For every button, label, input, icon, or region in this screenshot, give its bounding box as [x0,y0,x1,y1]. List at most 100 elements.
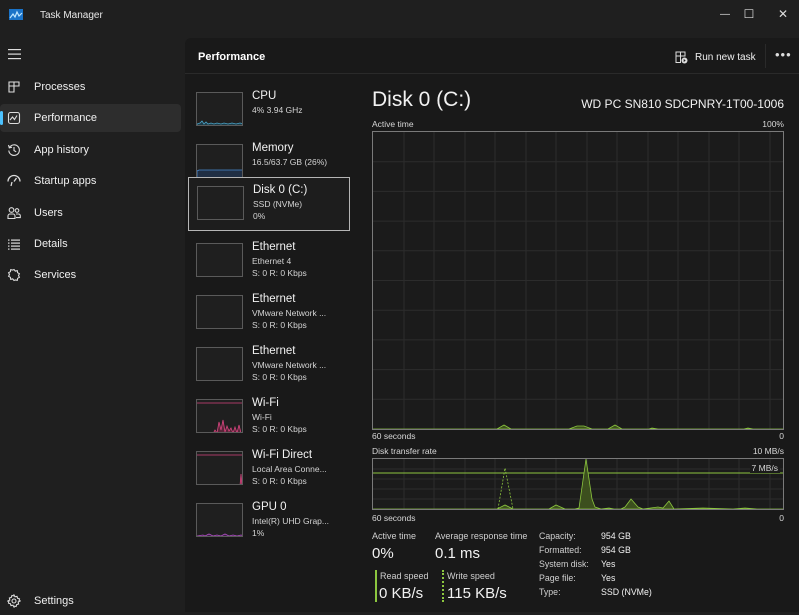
close-button[interactable]: ✕ [760,0,799,28]
spec-value: Yes [601,559,616,569]
active-time-graph-label: Active time [372,119,414,129]
sidebar-item-label: App history [34,144,90,156]
device-detail: 16.5/63.7 GB (26%) [252,157,328,167]
page-header: Performance Run new task ••• [185,38,799,74]
cpu-mini-graph [197,120,242,125]
run-new-task-button[interactable]: Run new task [675,48,756,66]
read-speed-value: 0 KB/s [379,585,424,602]
write-speed-value: 115 KB/s [447,585,507,602]
transfer-rate-graph: 7 MB/s [372,458,784,510]
detail-title: Disk 0 (C:) [372,88,472,111]
device-thumbnail-graph [196,451,243,485]
device-throughput: S: 0 R: 0 Kbps [252,268,307,278]
task-manager-app-icon [9,9,23,20]
settings-label: Settings [34,595,74,607]
services-icon [7,268,21,282]
run-new-task-label: Run new task [695,51,756,63]
avg-response-stat-value: 0.1 ms [435,545,481,562]
device-thumbnail-graph [196,503,243,537]
close-icon: ✕ [777,7,789,21]
sidebar-item-startup-apps[interactable]: Startup apps [0,167,181,195]
device-detail: VMware Network ... [252,308,327,318]
sidebar-item-details[interactable]: Details [0,230,181,258]
device-detail: Local Area Conne... [252,464,327,474]
device-name: Wi-Fi [252,397,279,409]
processes-icon [8,81,20,93]
wifi-mini-graph [197,402,242,432]
grid-lines [373,459,783,509]
transfer-rate-graph-canvas [373,458,783,510]
device-thumbnail-graph [196,243,243,277]
device-detail: 4% 3.94 GHz [252,105,303,115]
spec-value: 954 GB [601,531,631,541]
memory-mini-graph [197,169,242,177]
sidebar-item-label: Services [34,269,77,281]
device-name: Ethernet [252,345,296,357]
transfer-rate-min-label: 0 [779,513,784,523]
device-name: GPU 0 [252,501,287,513]
avg-response-stat-label: Average response time [435,531,528,541]
device-thumbnail-graph [196,347,243,381]
transfer-rate-graph-label: Disk transfer rate [372,446,437,456]
more-options-icon[interactable]: ••• [775,47,792,62]
active-time-graph [372,131,784,430]
sidebar-item-label: Details [34,238,68,250]
active-time-graph-canvas [373,132,783,430]
device-item-ethernet[interactable]: Ethernet VMware Network ... S: 0 R: 0 Kb… [188,287,350,341]
device-thumbnail-graph [197,186,244,220]
active-time-x-label: 60 seconds [372,431,416,441]
device-item-wifi[interactable]: Wi-Fi Wi-Fi S: 0 R: 0 Kbps [188,391,350,445]
sidebar-item-label: Startup apps [34,175,97,187]
device-item-ethernet[interactable]: Ethernet VMware Network ... S: 0 R: 0 Kb… [188,339,350,393]
performance-icon [7,111,21,125]
device-item-disk-0[interactable]: Disk 0 (C:) SSD (NVMe) 0% [188,177,350,231]
sidebar-item-processes[interactable]: Processes [0,73,181,101]
spec-value: 954 GB [601,545,631,555]
users-icon [7,207,21,220]
device-detail: Wi-Fi [252,412,272,422]
spec-key: Capacity: [539,531,576,541]
page-title: Performance [198,51,266,63]
transfer-rate-x-label: 60 seconds [372,513,416,523]
sidebar-item-settings[interactable]: Settings [0,587,181,615]
app-history-icon [7,144,20,156]
sidebar-item-users[interactable]: Users [0,199,181,227]
device-detail: Intel(R) UHD Grap... [252,516,329,526]
transfer-rate-max-label: 10 MB/s [752,446,784,456]
device-thumbnail-graph [196,295,243,329]
active-time-stat-label: Active time [372,531,417,541]
spec-key: Formatted: [539,545,582,555]
device-name: Ethernet [252,241,296,253]
device-item-wifi-direct[interactable]: Wi-Fi Direct Local Area Conne... S: 0 R:… [188,443,350,497]
grid-lines [373,132,783,429]
device-name: CPU [252,90,277,102]
device-name: Wi-Fi Direct [252,449,313,461]
device-thumbnail-graph [196,144,243,178]
sidebar-item-services[interactable]: Services [0,261,181,289]
header-divider [765,44,766,68]
device-throughput: S: 0 R: 0 Kbps [252,424,307,434]
sidebar: Processes Performance App history Startu… [0,34,185,612]
read-speed-legend-line [375,570,377,602]
device-item-gpu-0[interactable]: GPU 0 Intel(R) UHD Grap... 1% [188,495,350,549]
device-detail: VMware Network ... [252,360,327,370]
active-time-stat-value: 0% [372,545,394,562]
write-speed-label: Write speed [447,571,495,581]
device-name: Disk 0 (C:) [253,184,308,196]
sidebar-item-app-history[interactable]: App history [0,136,181,164]
device-item-cpu[interactable]: CPU 4% 3.94 GHz [188,84,350,138]
active-time-min-label: 0 [779,431,784,441]
device-item-ethernet[interactable]: Ethernet Ethernet 4 S: 0 R: 0 Kbps [188,235,350,289]
active-indicator [0,111,3,125]
hamburger-menu-icon[interactable] [8,48,22,60]
disk-model: WD PC SN810 SDCPNRY-1T00-1006 [581,97,784,111]
device-name: Ethernet [252,293,296,305]
device-throughput: S: 0 R: 0 Kbps [252,372,307,382]
spec-key: Page file: [539,573,576,583]
run-new-task-icon [675,51,688,63]
spec-key: System disk: [539,559,589,569]
sidebar-item-performance[interactable]: Performance [0,104,181,132]
device-detail: Ethernet 4 [252,256,292,266]
spec-value: Yes [601,573,616,583]
active-time-max-label: 100% [762,119,784,129]
